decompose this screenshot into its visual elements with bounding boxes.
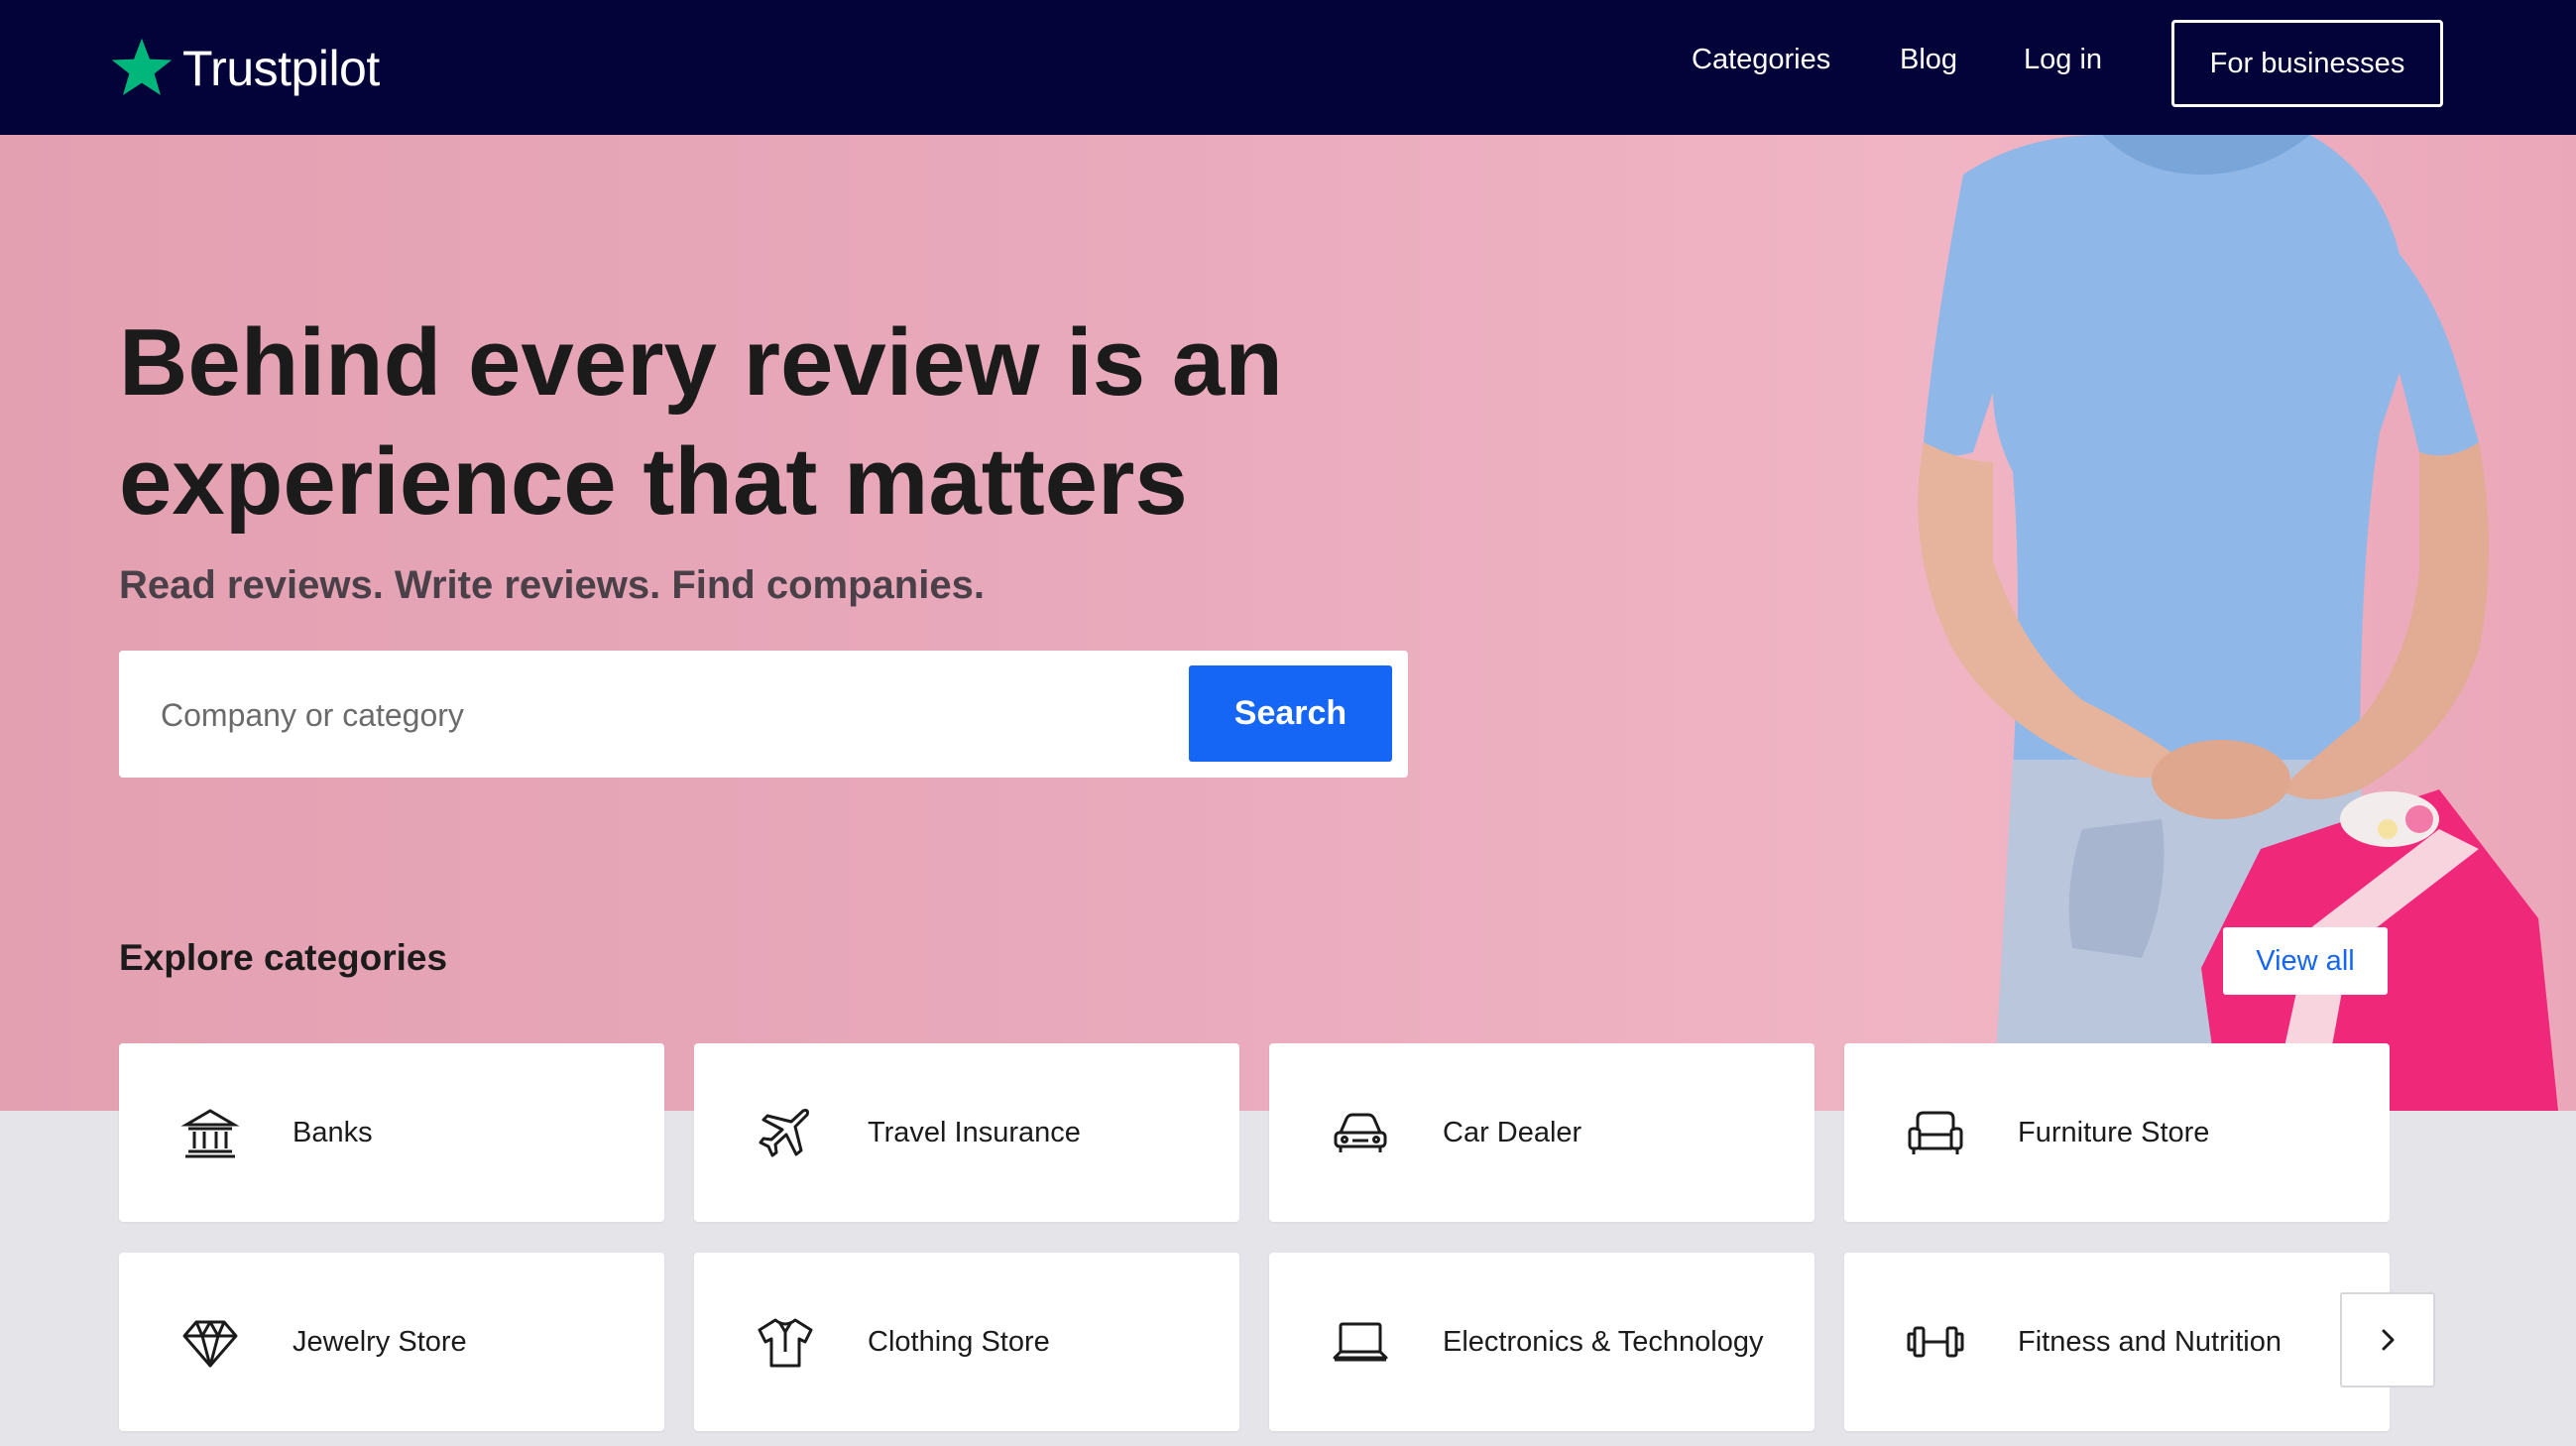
hero-subtitle: Read reviews. Write reviews. Find compan… <box>119 563 985 607</box>
view-all-button[interactable]: View all <box>2223 927 2388 995</box>
car-icon <box>1334 1113 1387 1152</box>
for-businesses-button[interactable]: For businesses <box>2171 20 2443 107</box>
search-button[interactable]: Search <box>1189 665 1392 762</box>
category-card-travel-insurance[interactable]: Travel Insurance <box>694 1043 1239 1222</box>
nav-login[interactable]: Log in <box>2024 40 2102 79</box>
category-card-electronics-technology[interactable]: Electronics & Technology <box>1269 1253 1815 1431</box>
star-icon <box>111 38 173 95</box>
hero-title: Behind every review is an experience tha… <box>119 303 1606 542</box>
logo-text: Trustpilot <box>182 41 380 96</box>
category-label: Banks <box>293 1117 373 1148</box>
trustpilot-logo[interactable]: Trustpilot <box>109 26 380 111</box>
chevron-right-icon <box>2382 1329 2395 1351</box>
category-card-clothing-store[interactable]: Clothing Store <box>694 1253 1239 1431</box>
laptop-icon <box>1333 1322 1388 1362</box>
airplane-icon <box>759 1109 809 1157</box>
category-card-car-dealer[interactable]: Car Dealer <box>1269 1043 1815 1222</box>
dumbbell-icon <box>1907 1326 1964 1358</box>
category-label: Car Dealer <box>1443 1117 1582 1148</box>
category-label: Fitness and Nutrition <box>2018 1326 2282 1358</box>
explore-categories-heading: Explore categories <box>119 937 448 978</box>
search-input[interactable] <box>159 674 1253 756</box>
hero-title-line-1: Behind every review is an <box>119 309 1283 416</box>
category-card-furniture-store[interactable]: Furniture Store <box>1844 1043 2390 1222</box>
category-card-banks[interactable]: Banks <box>119 1043 664 1222</box>
category-label: Electronics & Technology <box>1443 1326 1764 1358</box>
shirt-icon <box>758 1318 813 1368</box>
category-label: Jewelry Store <box>293 1326 467 1358</box>
bank-icon <box>180 1109 240 1158</box>
search-bar: Search <box>119 651 1408 778</box>
top-navbar: Trustpilot Categories Blog Log in For bu… <box>0 0 2576 135</box>
armchair-icon <box>1908 1111 1963 1154</box>
diamond-icon <box>182 1320 238 1368</box>
category-label: Furniture Store <box>2018 1117 2210 1148</box>
carousel-next-button[interactable] <box>2340 1292 2435 1387</box>
category-card-jewelry-store[interactable]: Jewelry Store <box>119 1253 664 1431</box>
hero-title-line-2: experience that matters <box>119 428 1188 535</box>
category-label: Travel Insurance <box>868 1117 1081 1148</box>
person-with-gift-image <box>1918 135 2558 1111</box>
category-card-fitness-nutrition[interactable]: Fitness and Nutrition <box>1844 1253 2390 1431</box>
nav-categories[interactable]: Categories <box>1692 40 1830 79</box>
nav-blog[interactable]: Blog <box>1900 40 1957 79</box>
category-label: Clothing Store <box>868 1326 1050 1358</box>
